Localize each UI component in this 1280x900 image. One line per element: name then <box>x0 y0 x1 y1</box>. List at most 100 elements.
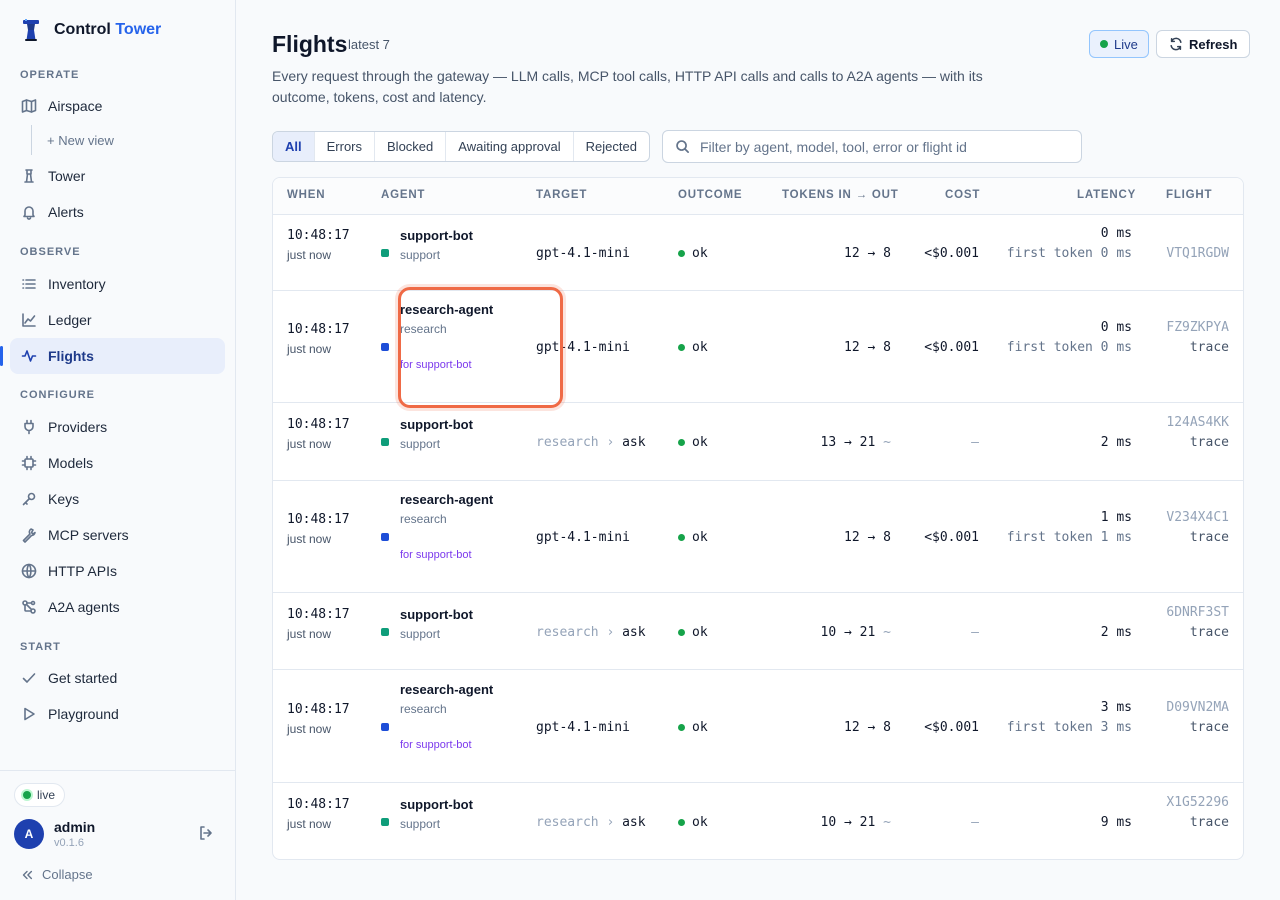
row-trace-link[interactable]: trace <box>1190 720 1229 735</box>
sidebar-item-inventory[interactable]: Inventory <box>10 266 225 302</box>
row-flight-id[interactable]: 124AS4KK <box>1166 415 1229 430</box>
row-trace-link[interactable]: trace <box>1190 435 1229 450</box>
row-agent-name[interactable]: research-agent <box>400 682 493 697</box>
row-trace-link[interactable]: trace <box>1190 530 1229 545</box>
control-tower-logo-icon <box>23 19 39 41</box>
avatar[interactable]: A <box>14 819 44 849</box>
row-flight-id[interactable]: D09VN2MA <box>1166 700 1229 715</box>
column-outcome[interactable]: OUTCOME <box>678 189 742 201</box>
row-latency: 3 ms <box>1100 700 1132 715</box>
row-trace-link[interactable]: trace <box>1190 815 1229 830</box>
sidebar-item-alerts[interactable]: Alerts <box>10 194 225 230</box>
row-trace-link[interactable]: trace <box>1190 625 1229 640</box>
row-outcome: ok <box>678 435 708 450</box>
tab-all[interactable]: All <box>273 132 314 161</box>
tab-errors[interactable]: Errors <box>313 132 374 161</box>
main-content: Flights latest 7 Every request through t… <box>236 0 1280 900</box>
row-agent-name[interactable]: support-bot <box>400 417 473 432</box>
table-row[interactable]: 10:48:17 just now research-agent research fo… <box>273 481 1243 593</box>
row-latency: 0 ms <box>1100 320 1132 335</box>
row-flight-id[interactable]: X1G52296 <box>1166 795 1229 810</box>
check-icon <box>20 669 38 687</box>
key-icon <box>20 490 38 508</box>
row-relative-time: just now <box>287 817 332 831</box>
sidebar-item-providers[interactable]: Providers <box>10 409 225 445</box>
table-row[interactable]: 10:48:17 just now support-bot support resear… <box>273 783 1243 859</box>
row-cost: <$0.001 <box>924 530 979 545</box>
row-cost: — <box>971 625 979 640</box>
row-agent-team: support <box>400 627 441 641</box>
search-input[interactable] <box>700 138 1080 155</box>
row-target[interactable]: research › ask <box>536 815 646 830</box>
row-agent-caller[interactable]: for support-bot <box>400 739 472 751</box>
agent-color-swatch <box>381 438 389 446</box>
row-cost: — <box>971 815 979 830</box>
column-tokens[interactable]: TOKENS IN → OUT <box>782 189 899 201</box>
row-agent-name[interactable]: support-bot <box>400 607 473 622</box>
brand-name: Control Tower <box>54 21 162 38</box>
row-flight-id[interactable]: FZ9ZKPYA <box>1166 320 1229 335</box>
sidebar-item-mcp-servers[interactable]: MCP servers <box>10 517 225 553</box>
row-cost: <$0.001 <box>924 720 979 735</box>
collapse-button[interactable]: Collapse <box>20 867 93 882</box>
column-agent[interactable]: AGENT <box>381 189 425 201</box>
section-start: START <box>20 641 61 653</box>
table-row[interactable]: 10:48:17 just now support-bot support gpt-4.… <box>273 215 1243 291</box>
row-target[interactable]: research › ask <box>536 625 646 640</box>
tab-awaiting-approval[interactable]: Awaiting approval <box>445 132 572 161</box>
sidebar-item-keys[interactable]: Keys <box>10 481 225 517</box>
sidebar-item-playground[interactable]: Playground <box>10 696 225 732</box>
sidebar-item-a2a-agents[interactable]: A2A agents <box>10 589 225 625</box>
row-agent-name[interactable]: support-bot <box>400 228 473 243</box>
tower-icon <box>20 167 38 185</box>
sidebar-item-models[interactable]: Models <box>10 445 225 481</box>
row-relative-time: just now <box>287 627 332 641</box>
sidebar-item-flights[interactable]: Flights <box>0 338 225 374</box>
row-time: 10:48:17 <box>287 417 350 432</box>
bell-icon <box>20 203 38 221</box>
row-agent-caller[interactable]: for support-bot <box>400 549 472 561</box>
row-latency: 2 ms <box>1100 625 1132 640</box>
row-target[interactable]: research › ask <box>536 435 646 450</box>
sidebar-item-new-view[interactable]: + New view <box>31 125 114 155</box>
row-agent-name[interactable]: support-bot <box>400 797 473 812</box>
row-flight-id[interactable]: V234X4C1 <box>1166 510 1229 525</box>
row-flight-id[interactable]: 6DNRF3ST <box>1166 605 1229 620</box>
sidebar-item-airspace[interactable]: Airspace <box>10 88 225 124</box>
search-icon <box>676 140 689 153</box>
logout-icon[interactable] <box>198 825 214 841</box>
tab-blocked[interactable]: Blocked <box>374 132 445 161</box>
refresh-button[interactable]: Refresh <box>1156 30 1251 58</box>
row-target[interactable]: gpt-4.1-mini <box>536 530 630 545</box>
live-toggle-button[interactable]: Live <box>1089 30 1149 58</box>
row-flight-id[interactable]: VTQ1RGDW <box>1166 246 1229 261</box>
row-target[interactable]: gpt-4.1-mini <box>536 720 630 735</box>
row-target[interactable]: gpt-4.1-mini <box>536 246 630 261</box>
table-row[interactable]: 10:48:17 just now research-agent research fo… <box>273 291 1243 403</box>
row-agent-name[interactable]: research-agent <box>400 492 493 507</box>
row-agent-caller[interactable]: for support-bot <box>400 359 472 371</box>
table-row[interactable]: 10:48:17 just now support-bot support resear… <box>273 403 1243 481</box>
column-latency[interactable]: LATENCY <box>1077 189 1136 201</box>
column-flight[interactable]: FLIGHT <box>1166 189 1212 201</box>
row-relative-time: just now <box>287 248 332 262</box>
row-trace-link[interactable]: trace <box>1190 340 1229 355</box>
sidebar-item-get-started[interactable]: Get started <box>10 660 225 696</box>
column-when[interactable]: WHEN <box>287 189 325 201</box>
tab-rejected[interactable]: Rejected <box>572 132 649 161</box>
brand[interactable]: Control Tower <box>20 18 161 42</box>
column-target[interactable]: TARGET <box>536 189 587 201</box>
row-target[interactable]: gpt-4.1-mini <box>536 340 630 355</box>
column-cost[interactable]: COST <box>945 189 980 201</box>
table-row[interactable]: 10:48:17 just now research-agent research fo… <box>273 670 1243 783</box>
sidebar-item-ledger[interactable]: Ledger <box>10 302 225 338</box>
row-tokens: 13 → 21 ~ <box>820 435 891 450</box>
sidebar-item-tower[interactable]: Tower <box>10 158 225 194</box>
table-row[interactable]: 10:48:17 just now support-bot support resear… <box>273 593 1243 670</box>
row-first-token: first token 0 ms <box>1006 246 1132 261</box>
sidebar-item-http-apis[interactable]: HTTP APIs <box>10 553 225 589</box>
row-agent-name[interactable]: research-agent <box>400 302 493 317</box>
row-latency: 2 ms <box>1100 435 1132 450</box>
row-relative-time: just now <box>287 342 332 356</box>
row-tokens: 12 → 8 <box>844 530 891 545</box>
